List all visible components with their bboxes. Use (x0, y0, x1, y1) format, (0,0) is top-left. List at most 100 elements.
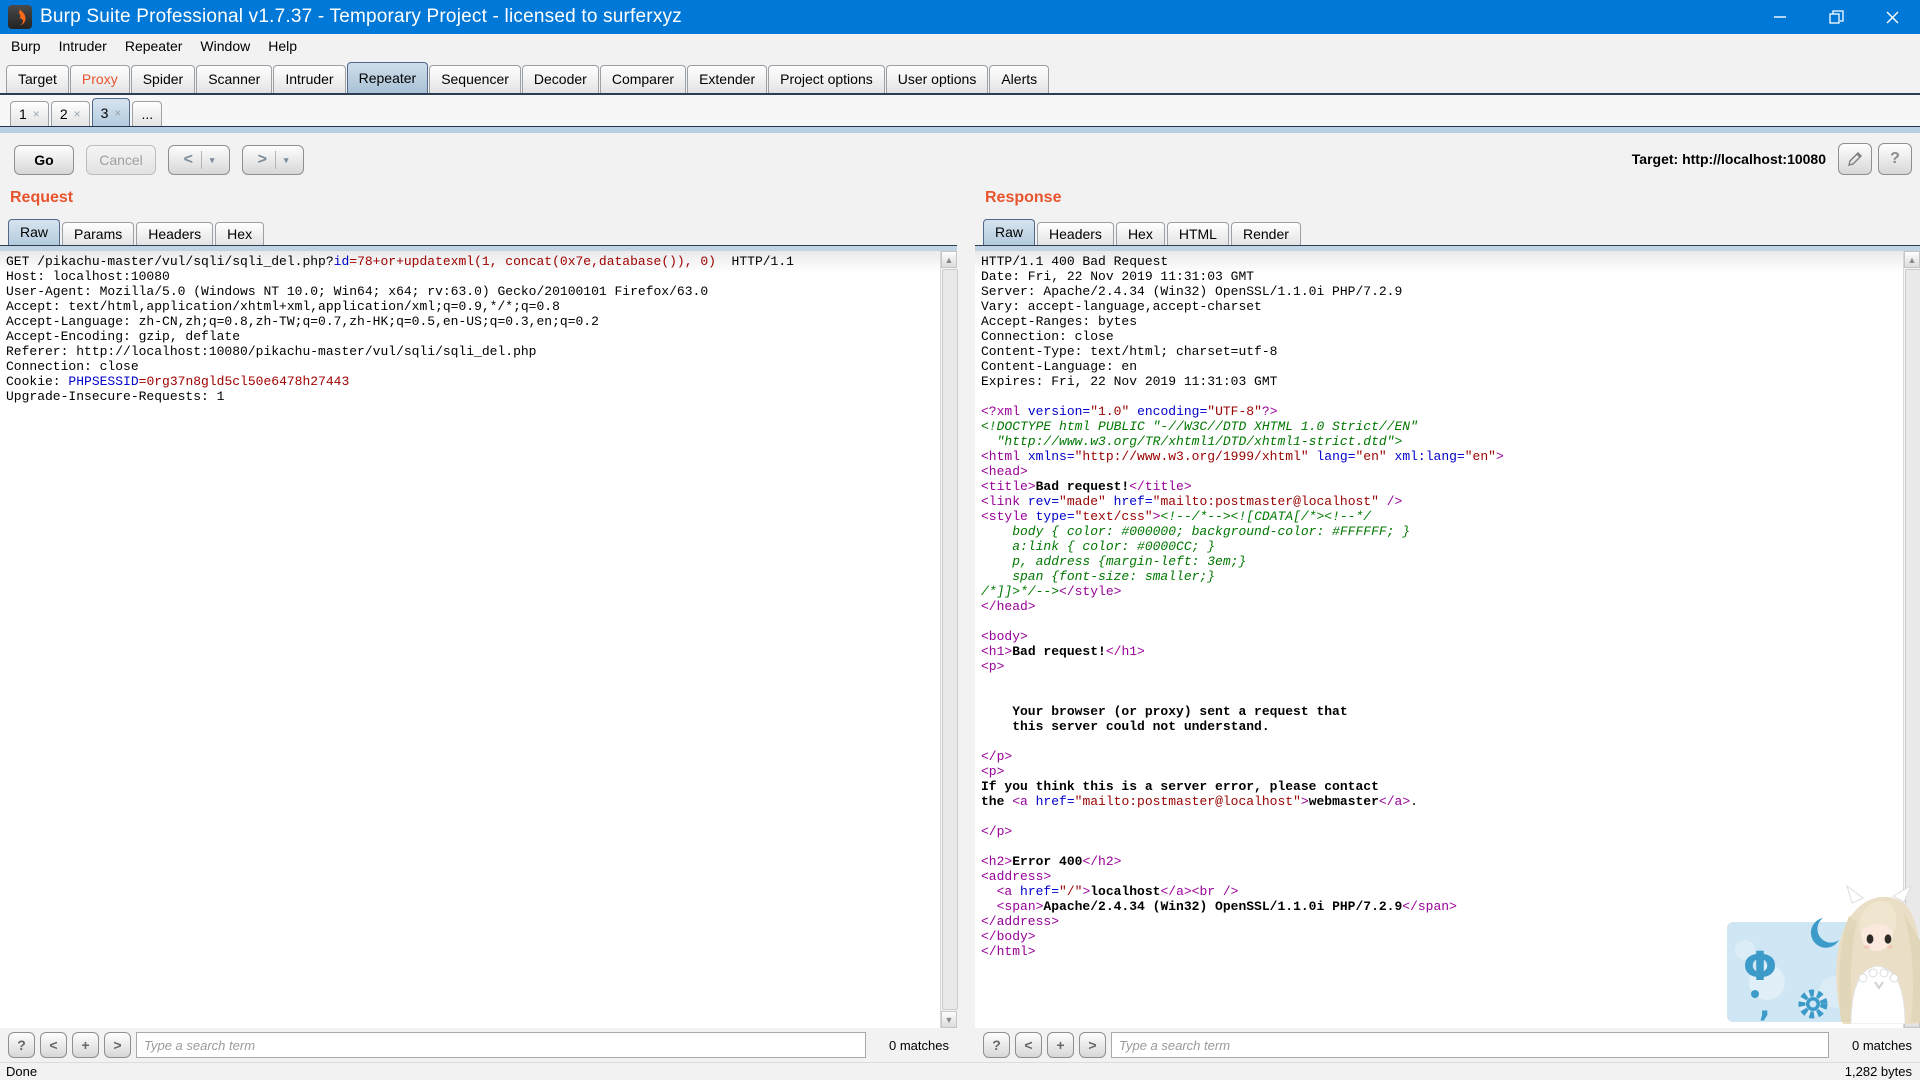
status-bar: Done 1,282 bytes (0, 1062, 1920, 1080)
tab-intruder[interactable]: Intruder (273, 65, 345, 93)
restore-icon (1829, 10, 1844, 25)
help-icon: ? (1890, 150, 1900, 168)
repeater-tab-bar: 1 × 2 × 3 × ... (0, 95, 1920, 126)
go-button[interactable]: Go (14, 145, 74, 175)
tab-user-options[interactable]: User options (886, 65, 989, 93)
search-next-button[interactable]: > (104, 1032, 131, 1058)
svg-text:,: , (1759, 989, 1770, 1024)
repeater-tab-1[interactable]: 1 × (10, 101, 49, 126)
response-tab-render[interactable]: Render (1231, 222, 1301, 245)
pencil-icon (1847, 151, 1863, 167)
minimize-button[interactable] (1752, 0, 1808, 34)
scroll-up-icon[interactable]: ▲ (1904, 251, 1920, 268)
request-panel: Request Raw Params Headers Hex GET /pika… (0, 183, 957, 1028)
scroll-down-icon[interactable]: ▼ (941, 1011, 957, 1028)
tab-spider[interactable]: Spider (131, 65, 195, 93)
request-title: Request (10, 189, 73, 207)
menu-item-intruder[interactable]: Intruder (50, 36, 116, 56)
search-help-icon: ? (17, 1037, 26, 1053)
response-tab-hex[interactable]: Hex (1116, 222, 1165, 245)
repeater-tab-3-label: 3 (101, 101, 109, 125)
button-divider (201, 151, 202, 169)
search-prev-icon: < (1024, 1037, 1032, 1053)
close-icon (1885, 10, 1900, 25)
svg-text:Φ: Φ (1743, 944, 1777, 990)
window-controls (1752, 0, 1920, 34)
repeater-tab-2[interactable]: 2 × (51, 101, 90, 126)
tab-extender[interactable]: Extender (687, 65, 767, 93)
search-next-icon: > (113, 1037, 121, 1053)
repeater-toolbar: Go Cancel < ▾ > ▾ Target: http://localho… (0, 133, 1920, 183)
tab-repeater[interactable]: Repeater (347, 62, 429, 93)
tab-decoder[interactable]: Decoder (522, 65, 599, 93)
tab-comparer[interactable]: Comparer (600, 65, 686, 93)
response-size: 1,282 bytes (1845, 1064, 1912, 1079)
anime-sticker: Φ , (1725, 882, 1920, 1024)
search-next-button[interactable]: > (1079, 1032, 1106, 1058)
menu-item-burp[interactable]: Burp (2, 36, 50, 56)
search-add-icon: + (81, 1037, 89, 1053)
close-tab-icon[interactable]: × (33, 102, 40, 126)
close-tab-icon[interactable]: × (114, 101, 121, 125)
chevron-down-icon[interactable]: ▾ (284, 155, 289, 166)
menu-item-window[interactable]: Window (191, 36, 259, 56)
request-editor[interactable]: GET /pikachu-master/vul/sqli/sqli_del.ph… (0, 251, 940, 1028)
cancel-button[interactable]: Cancel (86, 145, 156, 175)
search-add-button[interactable]: + (72, 1032, 99, 1058)
request-search-input[interactable] (136, 1032, 866, 1058)
main-tab-bar: Target Proxy Spider Scanner Intruder Rep… (0, 58, 1920, 95)
button-divider (275, 151, 276, 169)
search-help-button[interactable]: ? (983, 1032, 1010, 1058)
target-box: Target: http://localhost:10080 ? (1632, 143, 1912, 175)
close-tab-icon[interactable]: × (74, 102, 81, 126)
tab-scanner[interactable]: Scanner (196, 65, 272, 93)
search-help-icon: ? (992, 1037, 1001, 1053)
window-titlebar: Burp Suite Professional v1.7.37 - Tempor… (0, 0, 1920, 34)
response-tab-headers[interactable]: Headers (1037, 222, 1114, 245)
request-tab-headers[interactable]: Headers (136, 222, 213, 245)
search-add-button[interactable]: + (1047, 1032, 1074, 1058)
repeater-tab-1-label: 1 (19, 102, 27, 126)
menu-item-help[interactable]: Help (259, 36, 306, 56)
request-tab-hex[interactable]: Hex (215, 222, 264, 245)
response-tab-raw[interactable]: Raw (983, 219, 1035, 245)
request-view-tabs: Raw Params Headers Hex (8, 215, 266, 245)
response-search-bar: ? < + > 0 matches (975, 1028, 1920, 1062)
chevron-down-icon[interactable]: ▾ (210, 155, 215, 166)
tab-project-options[interactable]: Project options (768, 65, 885, 93)
repeater-tab-3[interactable]: 3 × (92, 98, 131, 126)
response-title: Response (985, 189, 1061, 207)
tab-sequencer[interactable]: Sequencer (429, 65, 521, 93)
tab-proxy[interactable]: Proxy (70, 65, 130, 93)
burp-app-icon (8, 5, 32, 29)
repeater-tab-overflow[interactable]: ... (132, 101, 162, 126)
search-add-icon: + (1056, 1037, 1064, 1053)
restore-button[interactable] (1808, 0, 1864, 34)
window-title: Burp Suite Professional v1.7.37 - Tempor… (40, 6, 682, 28)
edit-target-button[interactable] (1838, 143, 1872, 175)
burp-flame-icon (11, 8, 29, 26)
search-help-button[interactable]: ? (8, 1032, 35, 1058)
help-button[interactable]: ? (1878, 143, 1912, 175)
target-label: Target: http://localhost:10080 (1632, 151, 1826, 167)
minimize-icon (1773, 10, 1787, 24)
response-search-input[interactable] (1111, 1032, 1829, 1058)
search-prev-button[interactable]: < (1015, 1032, 1042, 1058)
request-tab-params[interactable]: Params (62, 222, 134, 245)
close-button[interactable] (1864, 0, 1920, 34)
menu-item-repeater[interactable]: Repeater (116, 36, 192, 56)
scrollbar-thumb[interactable] (942, 269, 958, 1010)
tab-alerts[interactable]: Alerts (989, 65, 1049, 93)
next-request-button[interactable]: > ▾ (242, 145, 304, 175)
prev-request-button[interactable]: < ▾ (168, 145, 230, 175)
search-prev-button[interactable]: < (40, 1032, 67, 1058)
response-tab-html[interactable]: HTML (1167, 222, 1229, 245)
request-match-count: 0 matches (871, 1038, 949, 1053)
scroll-up-icon[interactable]: ▲ (941, 251, 957, 268)
search-next-icon: > (1088, 1037, 1096, 1053)
request-tab-raw[interactable]: Raw (8, 219, 60, 245)
request-scrollbar[interactable]: ▲ ▼ (940, 251, 957, 1028)
tab-target[interactable]: Target (6, 65, 69, 93)
response-view-tabs: Raw Headers Hex HTML Render (983, 215, 1303, 245)
search-prev-icon: < (49, 1037, 57, 1053)
